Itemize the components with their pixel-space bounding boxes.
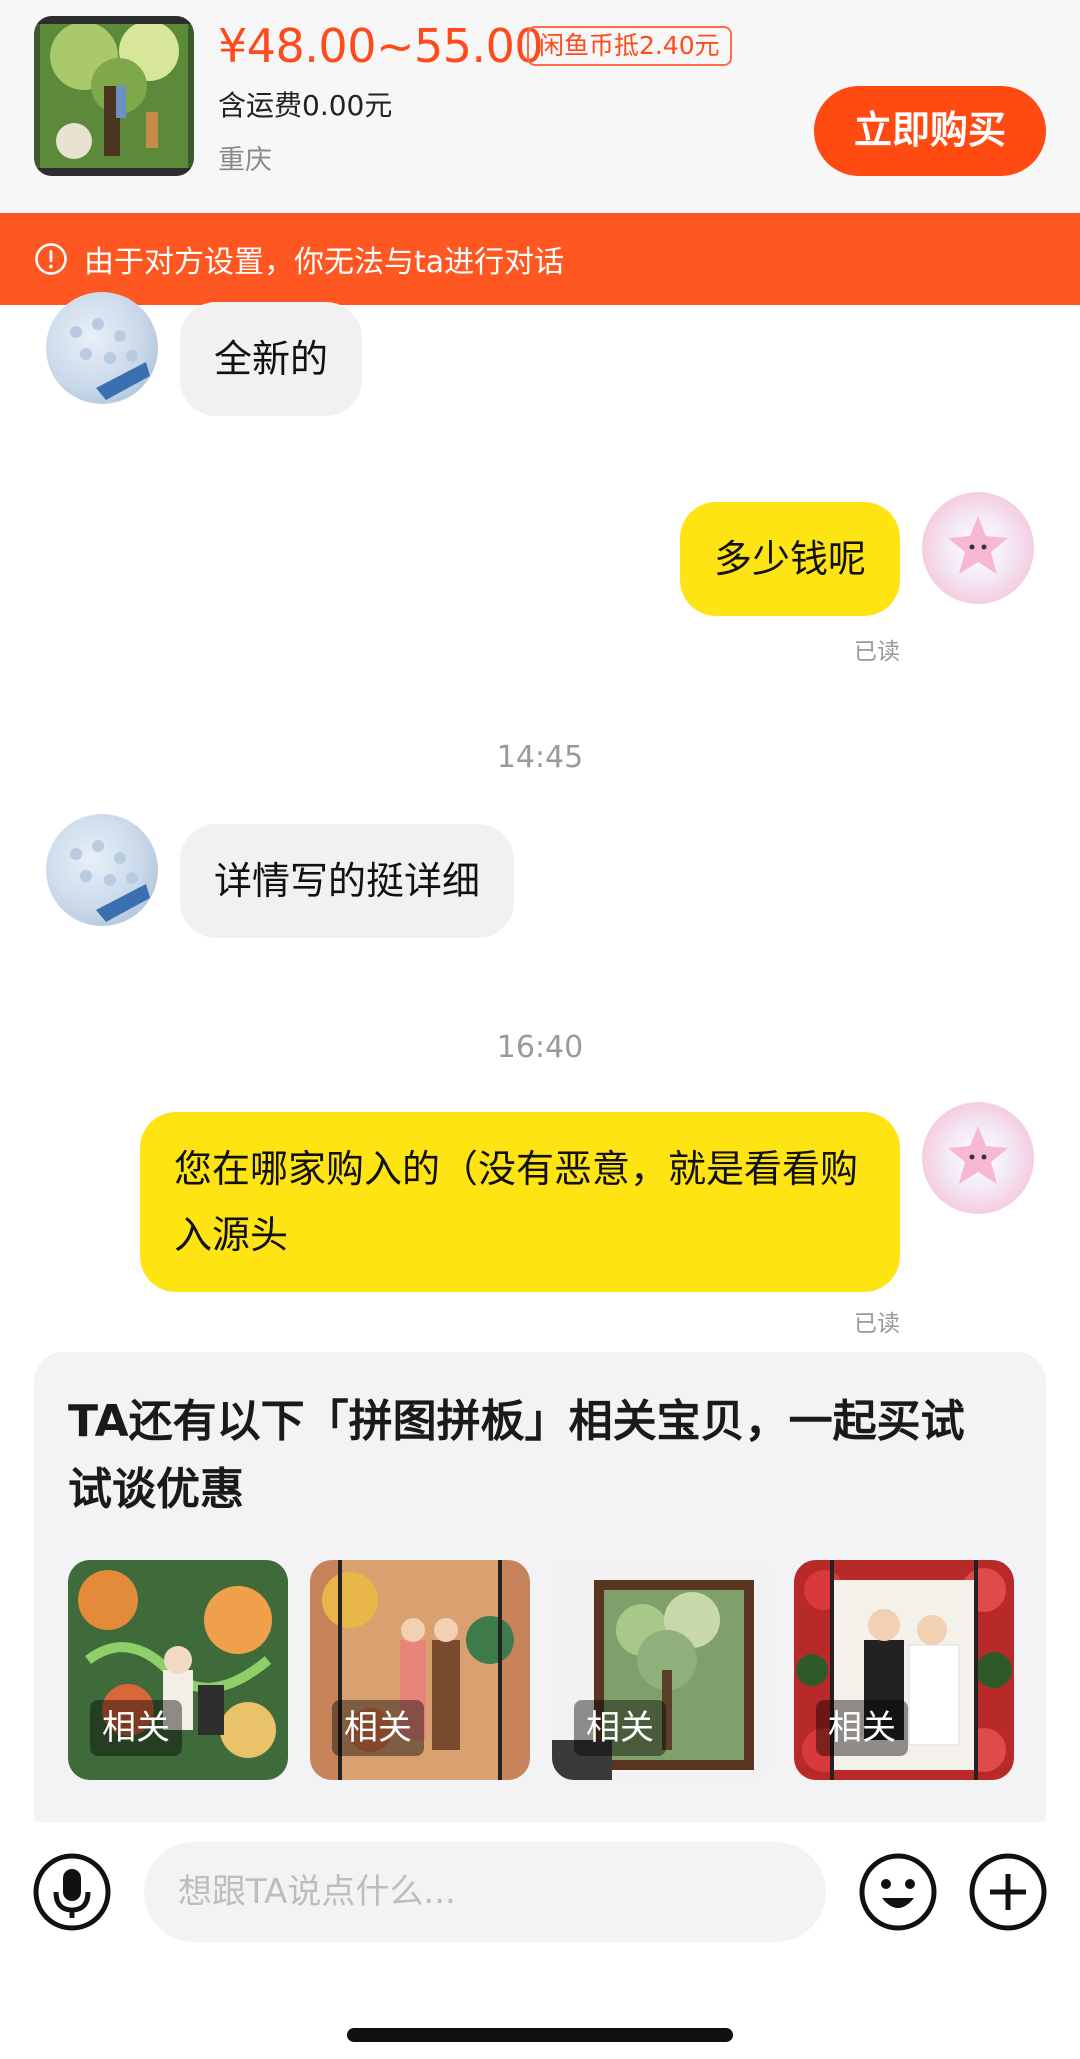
related-tag: 相关	[816, 1700, 908, 1756]
related-items-title: TA还有以下「拼图拼板」相关宝贝，一起买试试谈优惠	[68, 1396, 965, 1515]
related-tag: 相关	[90, 1700, 182, 1756]
chat-timestamp: 16:40	[496, 1030, 584, 1065]
read-status: 已读	[854, 639, 900, 665]
related-items-card: TA还有以下「拼图拼板」相关宝贝，一起买试试谈优惠 相关 相关 相关 相关	[34, 1352, 1046, 1822]
product-thumbnail[interactable]	[34, 16, 194, 176]
message-bubble-me: 您在哪家购入的（没有恶意，就是看看购入源头	[140, 1112, 900, 1292]
shipping-fee: 含运费0.00元	[218, 89, 393, 122]
read-status: 已读	[854, 1311, 900, 1337]
seller-avatar[interactable]	[46, 814, 158, 926]
buy-now-button[interactable]: 立即购买	[814, 86, 1046, 176]
alert-circle-icon	[35, 243, 67, 275]
seller-location: 重庆	[218, 145, 272, 176]
coin-discount-badge: 闲鱼币抵2.40元	[527, 26, 732, 66]
message-bubble-me: 多少钱呢	[679, 502, 900, 616]
product-price: ¥48.00~55.00	[218, 19, 544, 73]
chat-blocked-warning: 由于对方设置，你无法与ta进行对话	[0, 213, 1080, 305]
related-item[interactable]: 相关	[310, 1560, 530, 1780]
warning-text: 由于对方设置，你无法与ta进行对话	[84, 245, 565, 280]
home-indicator	[347, 2028, 733, 2042]
plus-icon[interactable]	[968, 1852, 1048, 1932]
related-item[interactable]: 相关	[552, 1560, 772, 1780]
emoji-icon[interactable]	[858, 1852, 938, 1932]
seller-avatar[interactable]	[46, 292, 158, 404]
related-tag: 相关	[574, 1700, 666, 1756]
related-tag: 相关	[332, 1700, 424, 1756]
chat-timestamp: 14:45	[496, 740, 584, 775]
message-input[interactable]	[144, 1842, 826, 1942]
microphone-icon[interactable]	[32, 1852, 112, 1932]
message-bubble-seller: 全新的	[180, 302, 363, 416]
my-avatar[interactable]	[922, 492, 1034, 604]
related-item[interactable]: 相关	[68, 1560, 288, 1780]
message-bubble-seller: 详情写的挺详细	[180, 824, 515, 938]
my-avatar[interactable]	[922, 1102, 1034, 1214]
related-item[interactable]: 相关	[794, 1560, 1014, 1780]
product-header: ¥48.00~55.00 闲鱼币抵2.40元 含运费0.00元 重庆 立即购买	[0, 0, 1080, 213]
